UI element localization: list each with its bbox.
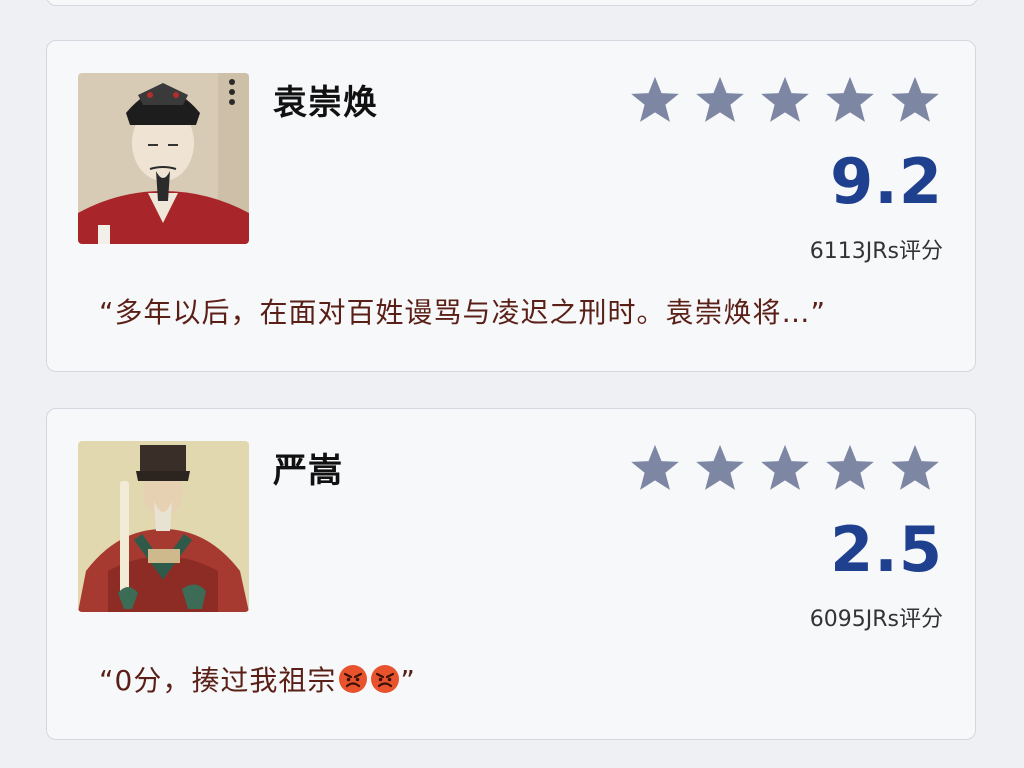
rating-count: 6095JRs评分 xyxy=(809,607,943,632)
star-icon xyxy=(696,76,744,122)
angry-face-icon xyxy=(371,665,400,693)
previous-card-edge xyxy=(46,0,978,6)
star-icon xyxy=(826,444,874,490)
star-icon xyxy=(761,444,809,490)
star-rating xyxy=(629,443,941,493)
star-icon xyxy=(696,444,744,490)
star-icon xyxy=(891,76,939,122)
star-icon xyxy=(761,76,809,122)
star-icon xyxy=(631,444,679,490)
review-quote-end: ” xyxy=(400,664,416,697)
portrait-image xyxy=(78,441,249,612)
star-icon xyxy=(826,76,874,122)
score-value: 2.5 xyxy=(830,513,943,586)
review-quote: “0分，揍过我祖宗 ” xyxy=(99,659,416,699)
angry-face-icon xyxy=(339,665,368,693)
avatar[interactable] xyxy=(78,441,249,612)
more-options-icon[interactable] xyxy=(229,79,235,109)
portrait-image xyxy=(78,73,249,244)
star-rating xyxy=(629,75,941,125)
star-icon xyxy=(891,444,939,490)
person-name: 袁崇焕 xyxy=(273,83,378,123)
review-card[interactable]: 袁崇焕 9.2 6113JRs评分 “多年以后，在面对百姓谩骂与凌迟之刑时。袁崇… xyxy=(46,40,976,372)
avatar[interactable] xyxy=(78,73,249,244)
review-quote: “多年以后，在面对百姓谩骂与凌迟之刑时。袁崇焕将…” xyxy=(99,296,827,329)
review-card[interactable]: 严嵩 2.5 6095JRs评分 “0分，揍过我祖宗 ” xyxy=(46,408,976,740)
rating-count: 6113JRs评分 xyxy=(809,239,943,264)
person-name: 严嵩 xyxy=(273,451,343,491)
review-quote-text: “0分，揍过我祖宗 xyxy=(99,664,337,697)
score-value: 9.2 xyxy=(830,145,943,218)
star-icon xyxy=(631,76,679,122)
